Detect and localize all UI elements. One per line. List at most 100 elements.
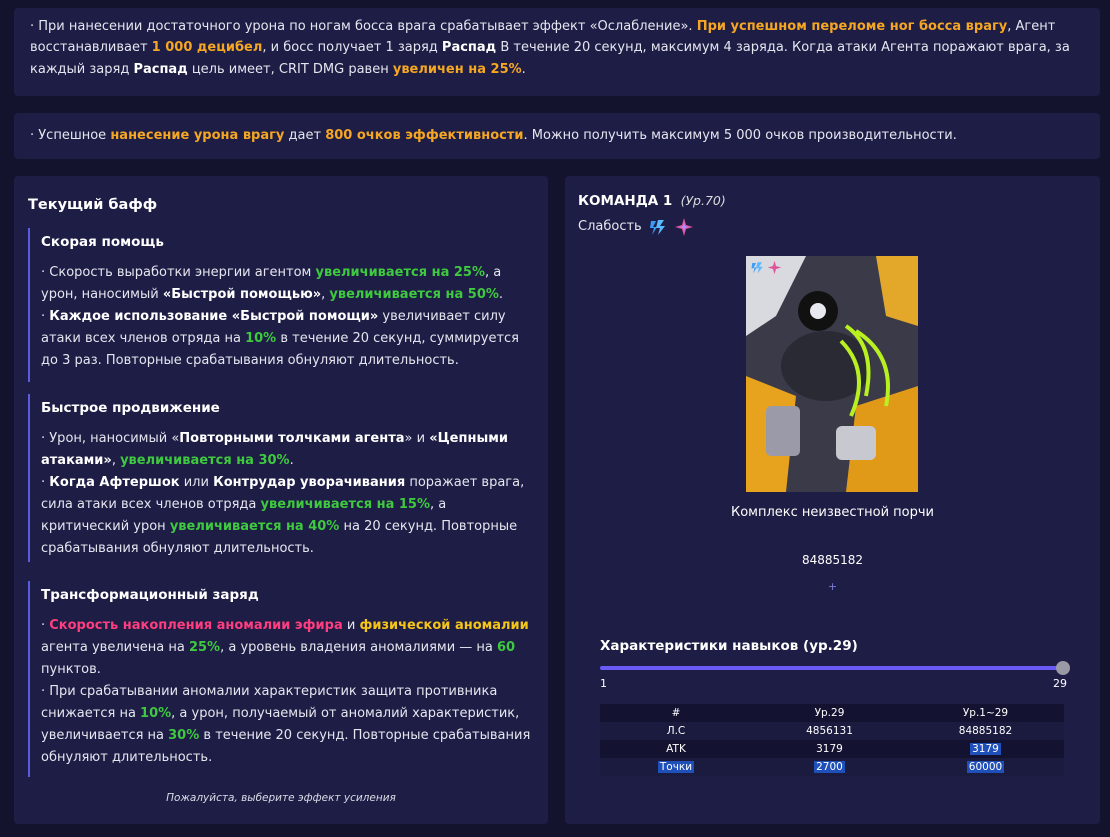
current-buff-panel: Текущий бафф Скорая помощь · Скорость вы… [14, 176, 548, 824]
buff-item-rapid-advance[interactable]: Быстрое продвижение · Урон, наносимый «П… [28, 394, 534, 562]
electric-icon [649, 219, 665, 235]
text-segment: 1 000 децибел [151, 40, 263, 56]
text-segment: Каждое использование «Быстрой помощи» [49, 309, 379, 324]
enemy-hp-value: 84885182 [801, 553, 864, 567]
skill-stats-table: # Ур.29 Ур.1~29 Л.С 4856131 84885182 ATK… [600, 704, 1064, 776]
buff-item-transform-charge[interactable]: Трансформационный заряд · Скорость накоп… [28, 581, 534, 777]
table-cell: 4856131 [752, 722, 907, 740]
highlighted-value: Точки [657, 761, 695, 773]
level-slider[interactable] [600, 661, 1070, 675]
table-header-cell: # [600, 704, 752, 722]
text-segment: · Урон, наносимый « [41, 431, 180, 446]
text-segment: · Успешное [30, 128, 111, 143]
table-row: ATK 3179 3179 [600, 740, 1064, 758]
table-cell: 3179 [752, 740, 907, 758]
ether-icon [674, 217, 693, 236]
buff-name: Скорая помощь [41, 234, 164, 250]
text-segment: увеличивается на 25% [315, 265, 486, 280]
text-segment: . [521, 61, 526, 77]
enemy-portrait[interactable] [746, 256, 918, 492]
highlighted-value: 2700 [814, 761, 845, 773]
buff-line: · Когда Афтершок или Контрудар уворачива… [41, 472, 534, 560]
text-segment: физической аномалии [359, 618, 529, 633]
text-segment: дает [284, 128, 326, 143]
table-header-cell: Ур.1~29 [907, 704, 1064, 722]
buff-name: Быстрое продвижение [41, 400, 220, 416]
slider-max-label: 29 [1053, 677, 1067, 690]
text-segment: увеличивается на 50% [329, 287, 499, 302]
highlighted-value: 60000 [966, 761, 1005, 773]
table-cell: 60000 [907, 758, 1064, 776]
team-level: (Ур.70) [680, 193, 726, 208]
text-segment: увеличен на 25% [392, 61, 522, 77]
buff-panel-title: Текущий бафф [28, 197, 158, 213]
text-segment: 10% [140, 706, 172, 721]
text-segment: 30% [168, 728, 200, 743]
buff-item-first-aid[interactable]: Скорая помощь · Скорость выработки энерг… [28, 228, 534, 382]
enemy-name: Комплекс неизвестной порчи [730, 505, 935, 520]
buff-line: · Урон, наносимый «Повторными толчками а… [41, 428, 534, 472]
select-buff-hint: Пожалуйста, выберите эффект усиления [166, 792, 396, 804]
buff-line: · Каждое использование «Быстрой помощи» … [41, 306, 534, 372]
text-segment: увеличивается на 15% [260, 497, 431, 512]
slider-handle[interactable] [1056, 661, 1070, 675]
text-segment: или [179, 475, 214, 490]
efficiency-description-panel: · Успешное нанесение урона врагу дает 80… [14, 113, 1100, 159]
buff-name: Трансформационный заряд [41, 587, 259, 603]
text-segment: 60 [497, 640, 516, 655]
weakness-label: Слабость [578, 219, 642, 234]
skill-stats-title: Характеристики навыков (ур.29) [600, 638, 858, 654]
highlighted-value: 3179 [970, 743, 1001, 755]
text-segment: Когда Афтершок [49, 475, 180, 490]
table-cell: 84885182 [907, 722, 1064, 740]
text-segment: Скорость накопления аномалии эфира [49, 618, 343, 633]
text-segment: цель имеет, CRIT DMG равен [187, 61, 393, 77]
text-segment: 25% [188, 640, 221, 655]
text-segment: Повторными толчками агента [179, 431, 405, 446]
text-segment: увеличивается на 30% [120, 453, 290, 468]
text-segment: нанесение урона врагу [110, 128, 285, 143]
effect-description-panel: · При нанесении достаточного урона по но… [14, 8, 1100, 96]
table-cell: 3179 [907, 740, 1064, 758]
team-title: КОМАНДА 1 (Ур.70) [578, 190, 726, 212]
enemy-weakness-mini [750, 260, 782, 275]
text-segment: Контрудар уворачивания [213, 475, 406, 490]
text-segment: При успешном переломе ног босса врагу [696, 19, 1008, 34]
add-enemy-button[interactable]: + [565, 578, 1100, 596]
text-segment: Распад [441, 40, 497, 56]
table-row: Л.С 4856131 84885182 [600, 722, 1064, 740]
text-segment: , а уровень владения аномалиями — на [220, 640, 498, 655]
text-segment: увеличивается на 40% [169, 519, 340, 534]
effect-description-text: · При нанесении достаточного урона по но… [30, 16, 1084, 80]
table-cell: 2700 [752, 758, 907, 776]
table-cell: Л.С [600, 722, 752, 740]
text-segment: , [111, 453, 121, 468]
text-segment: · Скорость выработки энергии агентом [41, 265, 316, 280]
table-cell: ATK [600, 740, 752, 758]
table-row: Точки 2700 60000 [600, 758, 1064, 776]
text-segment: и [342, 618, 360, 633]
buff-line: · Скорость накопления аномалии эфира и ф… [41, 615, 534, 681]
text-segment: агента увеличена на [41, 640, 189, 655]
text-segment: . [498, 287, 504, 302]
buff-line: · Скорость выработки энергии агентом уве… [41, 262, 534, 306]
text-segment: 10% [245, 331, 277, 346]
team-panel: КОМАНДА 1 (Ур.70) Слабость Комплекс неиз… [565, 176, 1100, 824]
text-segment: «Быстрой помощью» [162, 287, 322, 302]
table-header-row: # Ур.29 Ур.1~29 [600, 704, 1064, 722]
text-segment: » и [404, 431, 430, 446]
slider-min-label: 1 [600, 677, 607, 690]
table-cell: Точки [600, 758, 752, 776]
text-segment: . [289, 453, 294, 468]
weakness-row: Слабость [578, 216, 694, 237]
text-segment: · При нанесении достаточного урона по но… [30, 19, 697, 34]
table-header-cell: Ур.29 [752, 704, 907, 722]
ether-icon [767, 260, 782, 275]
text-segment: . Можно получить максимум 5 000 очков пр… [523, 128, 957, 143]
text-segment: 800 очков эффективности [325, 128, 524, 143]
text-segment: , и босс получает 1 заряд [262, 40, 442, 56]
text-segment: пунктов. [41, 662, 101, 677]
team-name: КОМАНДА 1 [578, 193, 673, 209]
electric-icon [751, 262, 763, 274]
slider-track[interactable] [600, 666, 1064, 670]
